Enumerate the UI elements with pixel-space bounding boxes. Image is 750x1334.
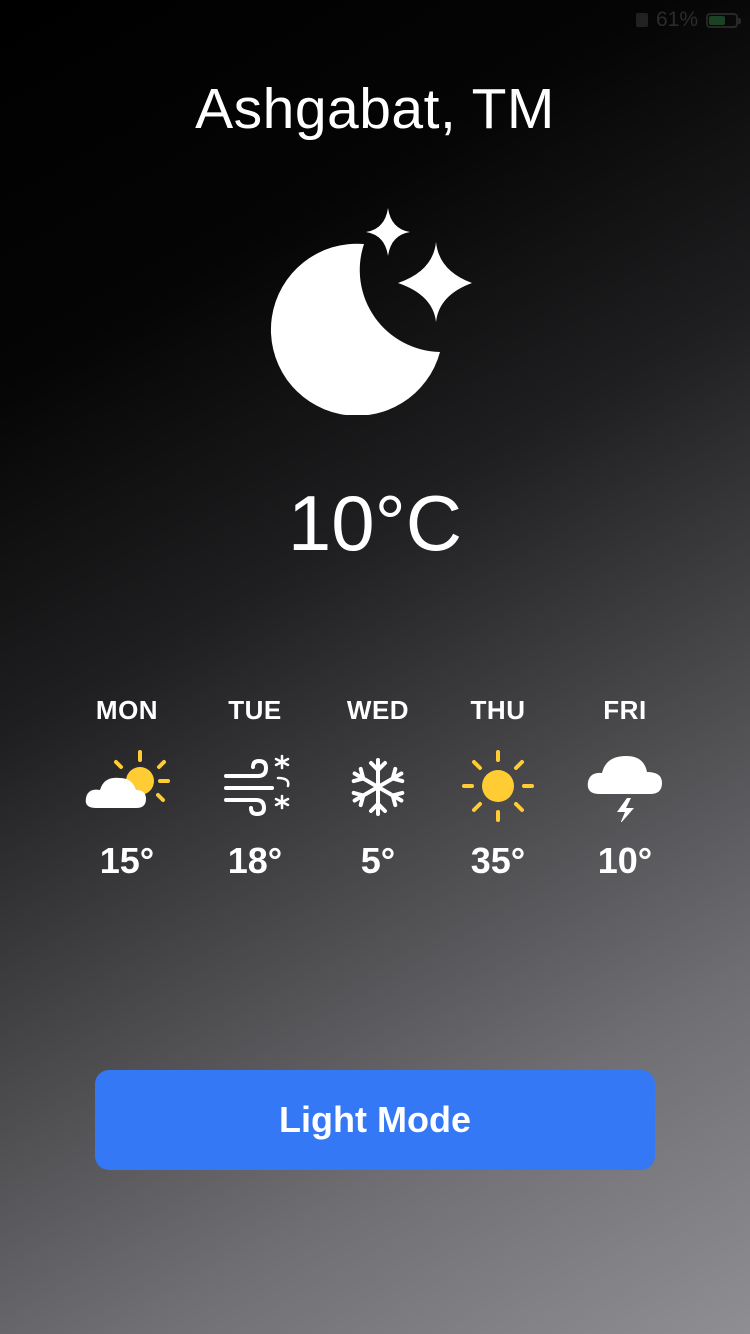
battery-icon — [706, 12, 741, 28]
city-title: Ashgabat, TM — [195, 77, 555, 141]
forecast-temperature: 18° — [227, 840, 283, 881]
battery-level-fill — [709, 15, 725, 25]
forecast-day-mon: MON 15° — [57, 690, 197, 882]
partly-sunny-icon — [85, 750, 170, 808]
orientation-lock-icon — [635, 13, 648, 27]
status-bar: 61% — [635, 6, 741, 34]
thunderstorm-icon — [587, 756, 662, 822]
battery-percentage: 61% — [655, 8, 698, 31]
forecast-day-label: WED — [346, 695, 410, 725]
forecast-day-label: FRI — [603, 695, 647, 725]
forecast-day-tue: TUE 18° — [185, 690, 325, 882]
snowflake-icon — [351, 758, 405, 816]
forecast-day-label: TUE — [228, 695, 282, 725]
forecast-row: MON 15° TUE 18° WED 5° THU 35° FRI 10° — [0, 690, 750, 920]
forecast-day-wed: WED 5° — [308, 690, 448, 882]
windy-snow-icon — [224, 754, 290, 817]
forecast-temperature: 15° — [99, 840, 155, 881]
forecast-temperature: 35° — [470, 840, 526, 881]
forecast-day-label: THU — [470, 695, 526, 725]
forecast-temperature: 5° — [360, 840, 396, 881]
light-mode-button[interactable]: Light Mode — [95, 1070, 655, 1170]
forecast-day-label: MON — [95, 695, 159, 725]
forecast-temperature: 10° — [597, 840, 653, 881]
sun-icon — [462, 750, 534, 822]
forecast-day-thu: THU 35° — [428, 690, 568, 882]
current-temperature: 10°C — [287, 479, 463, 567]
moon-stars-icon — [270, 208, 472, 415]
forecast-day-fri: FRI 10° — [555, 690, 695, 882]
